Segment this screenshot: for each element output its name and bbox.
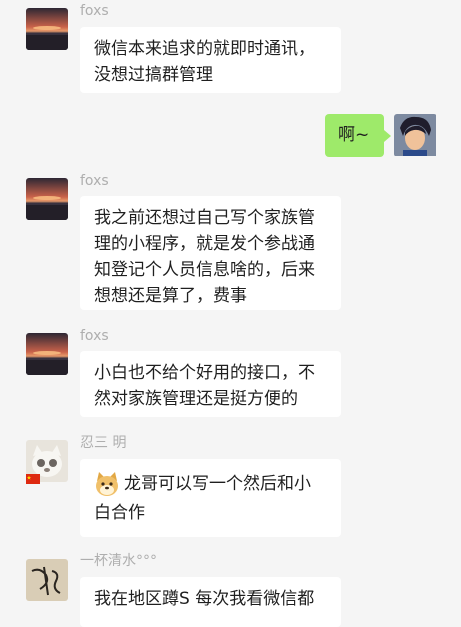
sender-name: 一杯清水°°° <box>80 553 157 569</box>
calligraphy-avatar[interactable] <box>26 559 68 601</box>
message-line: 理的小程序，就是发个参战通 <box>94 234 315 254</box>
message-line: 微信本来追求的就即时通讯， <box>94 39 315 59</box>
sunset-lake-avatar[interactable] <box>26 8 68 50</box>
sender-name: foxs <box>80 3 109 19</box>
message-bubble[interactable]: 小白也不给个好用的接口，不 然对家族管理还是挺方便的 <box>80 351 341 417</box>
sunset-lake-avatar[interactable] <box>26 333 68 375</box>
message-line: 想想还是算了，费事 <box>94 286 247 306</box>
message-bubble[interactable]: 龙哥可以写一个然后和小 白合作 <box>80 459 341 537</box>
sender-name: foxs <box>80 173 109 189</box>
message-bubble[interactable]: 微信本来追求的就即时通讯， 没想过搞群管理 <box>80 27 341 93</box>
china-flag-icon <box>26 474 40 484</box>
sender-name: 忍三 明 <box>80 435 127 451</box>
message-line: 没想过搞群管理 <box>94 65 213 85</box>
message-bubble[interactable]: 我之前还想过自己写个家族管 理的小程序，就是发个参战通 知登记个人员信息啥的，后… <box>80 196 341 310</box>
sender-name: foxs <box>80 328 109 344</box>
message-line: 小白也不给个好用的接口，不 <box>94 363 315 383</box>
message-line-1: 龙哥可以写一个然后和小 <box>94 471 327 497</box>
message-text: 龙哥可以写一个然后和小 <box>124 474 311 494</box>
message-line: 我之前还想过自己写个家族管 <box>94 208 315 228</box>
cartoon-prince-avatar[interactable] <box>394 114 437 157</box>
message-bubble-self[interactable]: 啊~ <box>325 114 384 157</box>
message-line: 然对家族管理还是挺方便的 <box>94 389 298 409</box>
message-bubble[interactable]: 我在地区蹲S 每次我看微信都 <box>80 577 341 627</box>
message-line: 知登记个人员信息啥的，后来 <box>94 260 315 280</box>
message-line: 白合作 <box>94 503 145 523</box>
sunset-lake-avatar[interactable] <box>26 178 68 220</box>
bubble-tail <box>384 130 391 142</box>
message-line: 啊~ <box>338 125 370 145</box>
message-line: 我在地区蹲S 每次我看微信都 <box>94 589 315 609</box>
doge-emoji <box>94 471 120 497</box>
